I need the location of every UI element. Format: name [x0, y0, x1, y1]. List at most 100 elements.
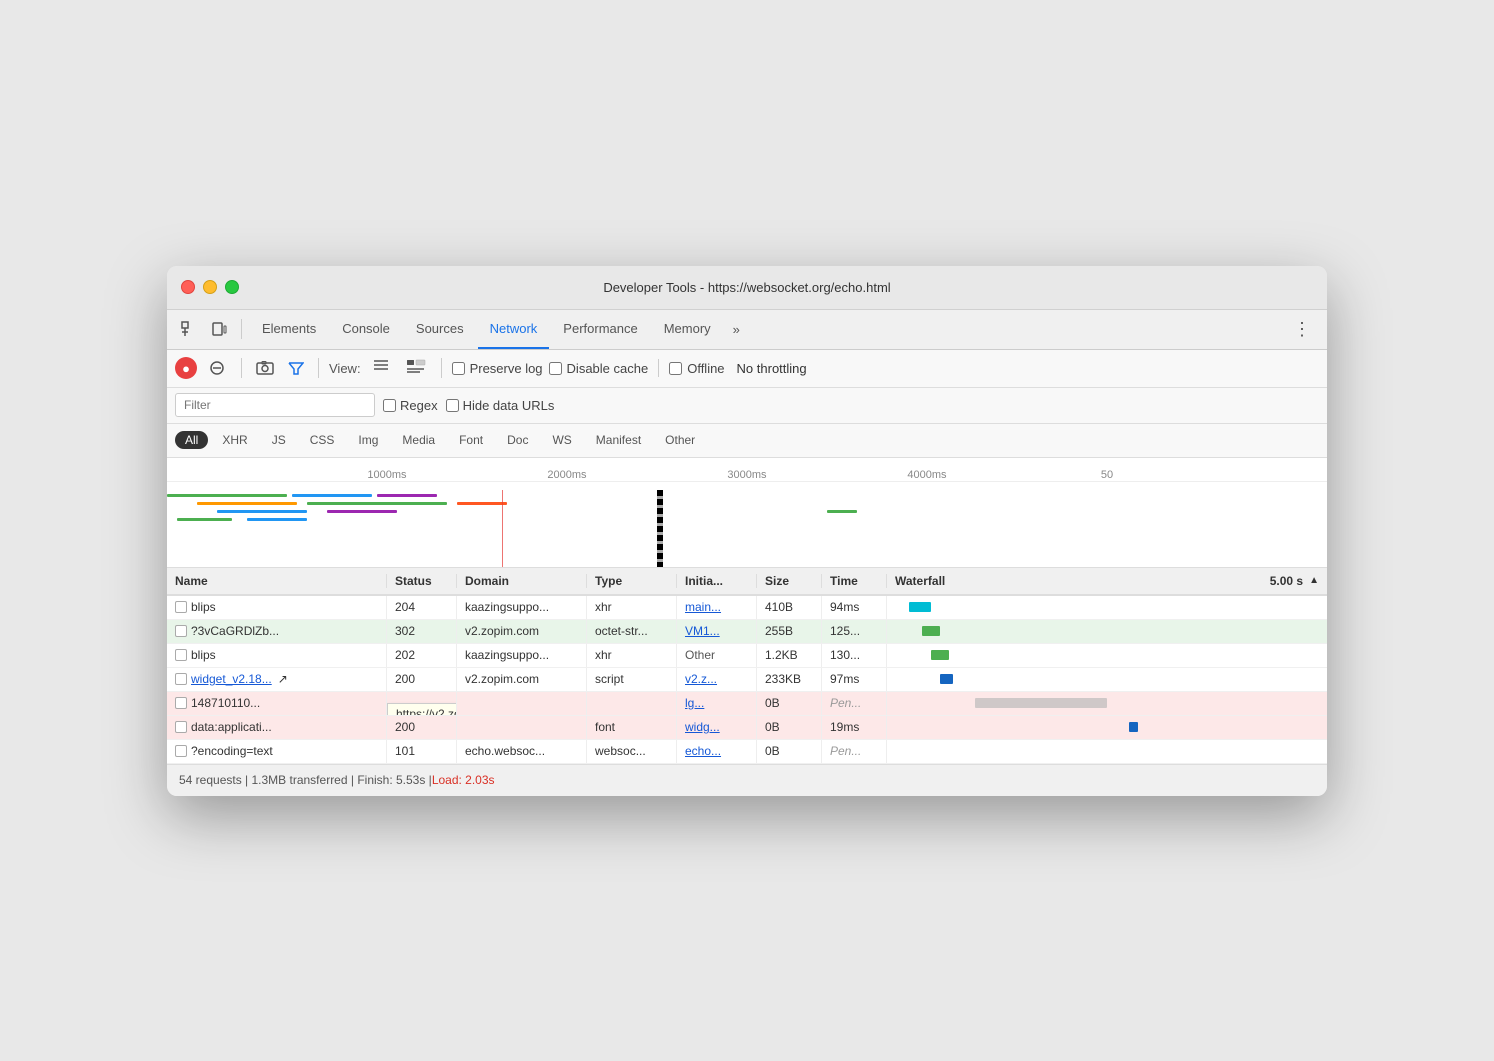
devtools-tabs: Elements Console Sources Network Perform… [167, 310, 1327, 350]
row-checkbox[interactable] [175, 697, 187, 709]
td-size: 1.2KB [757, 644, 822, 667]
td-status: 200 [387, 716, 457, 739]
th-name[interactable]: Name [167, 574, 387, 588]
camera-icon[interactable] [252, 359, 278, 377]
type-filter-font[interactable]: Font [449, 431, 493, 449]
type-filter-doc[interactable]: Doc [497, 431, 538, 449]
td-name: 148710110... [167, 692, 387, 715]
offline-checkbox[interactable]: Offline [669, 361, 724, 376]
td-type: script [587, 668, 677, 691]
minimize-button[interactable] [203, 280, 217, 294]
td-initiator[interactable]: widg... [677, 716, 757, 739]
td-domain [457, 692, 587, 715]
tab-performance[interactable]: Performance [551, 309, 649, 349]
td-waterfall [887, 644, 1327, 667]
clear-button[interactable] [203, 354, 231, 382]
filter-icon[interactable] [284, 359, 308, 377]
td-name: ?encoding=text [167, 740, 387, 763]
row-checkbox[interactable] [175, 601, 187, 613]
th-domain[interactable]: Domain [457, 574, 587, 588]
traffic-lights [181, 280, 239, 294]
close-button[interactable] [181, 280, 195, 294]
type-filter-bar: All XHR JS CSS Img Media Font Doc WS Man… [167, 424, 1327, 458]
tab-elements[interactable]: Elements [250, 309, 328, 349]
filter-input[interactable] [175, 393, 375, 417]
device-toolbar-icon[interactable] [205, 315, 233, 343]
td-waterfall [887, 740, 1327, 763]
table-row[interactable]: ?encoding=text 101 echo.websoc... websoc… [167, 740, 1327, 764]
waterfall-bar [940, 674, 953, 684]
td-initiator[interactable]: v2.z... [677, 668, 757, 691]
td-status: 302 [387, 620, 457, 643]
type-filter-img[interactable]: Img [348, 431, 388, 449]
row-checkbox[interactable] [175, 721, 187, 733]
tab-more-button[interactable]: » [725, 309, 748, 349]
th-initiator[interactable]: Initia... [677, 574, 757, 588]
table-header: Name Status Domain Type Initia... Size T… [167, 568, 1327, 596]
type-filter-css[interactable]: CSS [300, 431, 345, 449]
inspect-element-icon[interactable] [175, 315, 203, 343]
status-text: 54 requests | 1.3MB transferred | Finish… [179, 773, 432, 787]
td-initiator[interactable]: lg... [677, 692, 757, 715]
td-initiator[interactable]: main... [677, 596, 757, 619]
waterfall-bar [909, 602, 931, 612]
devtools-menu-button[interactable]: ⋮ [1285, 319, 1319, 340]
waterfall-bar [975, 698, 1107, 708]
row-checkbox[interactable] [175, 625, 187, 637]
table-row[interactable]: blips 204 kaazingsuppo... xhr main... 41… [167, 596, 1327, 620]
tab-console[interactable]: Console [330, 309, 402, 349]
td-initiator: Other [677, 644, 757, 667]
type-filter-ws[interactable]: WS [542, 431, 581, 449]
hide-data-urls-filter[interactable]: Hide data URLs [446, 398, 555, 413]
td-name: blips [167, 644, 387, 667]
td-domain: v2.zopim.com [457, 668, 587, 691]
tab-memory[interactable]: Memory [652, 309, 723, 349]
td-type: font [587, 716, 677, 739]
table-row[interactable]: ?3vCaGRDlZb... 302 v2.zopim.com octet-st… [167, 620, 1327, 644]
row-checkbox[interactable] [175, 745, 187, 757]
td-name: data:applicati... [167, 716, 387, 739]
table-row[interactable]: blips 202 kaazingsuppo... xhr Other 1.2K… [167, 644, 1327, 668]
tick-1000: 1000ms [297, 469, 477, 481]
type-filter-xhr[interactable]: XHR [212, 431, 257, 449]
th-time[interactable]: Time [822, 574, 887, 588]
td-waterfall [887, 620, 1327, 643]
waterfall-bar [922, 626, 940, 636]
toolbar-separator-3 [441, 358, 442, 378]
list-view-button[interactable] [367, 357, 395, 379]
td-domain: kaazingsuppo... [457, 596, 587, 619]
td-time: 97ms [822, 668, 887, 691]
row-checkbox[interactable] [175, 673, 187, 685]
table-row-tooltip[interactable]: 148710110... https://v2.zopim.com/bin/v/… [167, 692, 1327, 716]
td-initiator[interactable]: echo... [677, 740, 757, 763]
group-view-button[interactable] [401, 357, 431, 379]
th-status[interactable]: Status [387, 574, 457, 588]
th-type[interactable]: Type [587, 574, 677, 588]
tab-sources[interactable]: Sources [404, 309, 476, 349]
table-row[interactable]: data:applicati... 200 font widg... 0B 19… [167, 716, 1327, 740]
type-filter-all[interactable]: All [175, 431, 208, 449]
type-filter-other[interactable]: Other [655, 431, 705, 449]
row-checkbox[interactable] [175, 649, 187, 661]
tick-3000: 3000ms [657, 469, 837, 481]
disable-cache-checkbox[interactable]: Disable cache [549, 361, 649, 376]
td-status-with-tooltip: https://v2.zopim.com/bin/v/widget_v2.186… [387, 692, 457, 715]
td-type: xhr [587, 644, 677, 667]
td-initiator[interactable]: VM1... [677, 620, 757, 643]
preserve-log-checkbox[interactable]: Preserve log [452, 361, 543, 376]
td-type: websoc... [587, 740, 677, 763]
td-name: ?3vCaGRDlZb... [167, 620, 387, 643]
type-filter-js[interactable]: JS [262, 431, 296, 449]
th-size[interactable]: Size [757, 574, 822, 588]
record-button[interactable]: ● [175, 357, 197, 379]
load-time: Load: 2.03s [432, 773, 495, 787]
maximize-button[interactable] [225, 280, 239, 294]
type-filter-media[interactable]: Media [392, 431, 445, 449]
th-waterfall[interactable]: Waterfall 5.00 s ▲ [887, 574, 1327, 588]
td-name: widget_v2.18... ↗ [167, 668, 387, 691]
tab-network[interactable]: Network [478, 309, 550, 349]
table-row[interactable]: widget_v2.18... ↗ 200 v2.zopim.com scrip… [167, 668, 1327, 692]
regex-filter[interactable]: Regex [383, 398, 438, 413]
type-filter-manifest[interactable]: Manifest [586, 431, 651, 449]
td-domain: v2.zopim.com [457, 620, 587, 643]
